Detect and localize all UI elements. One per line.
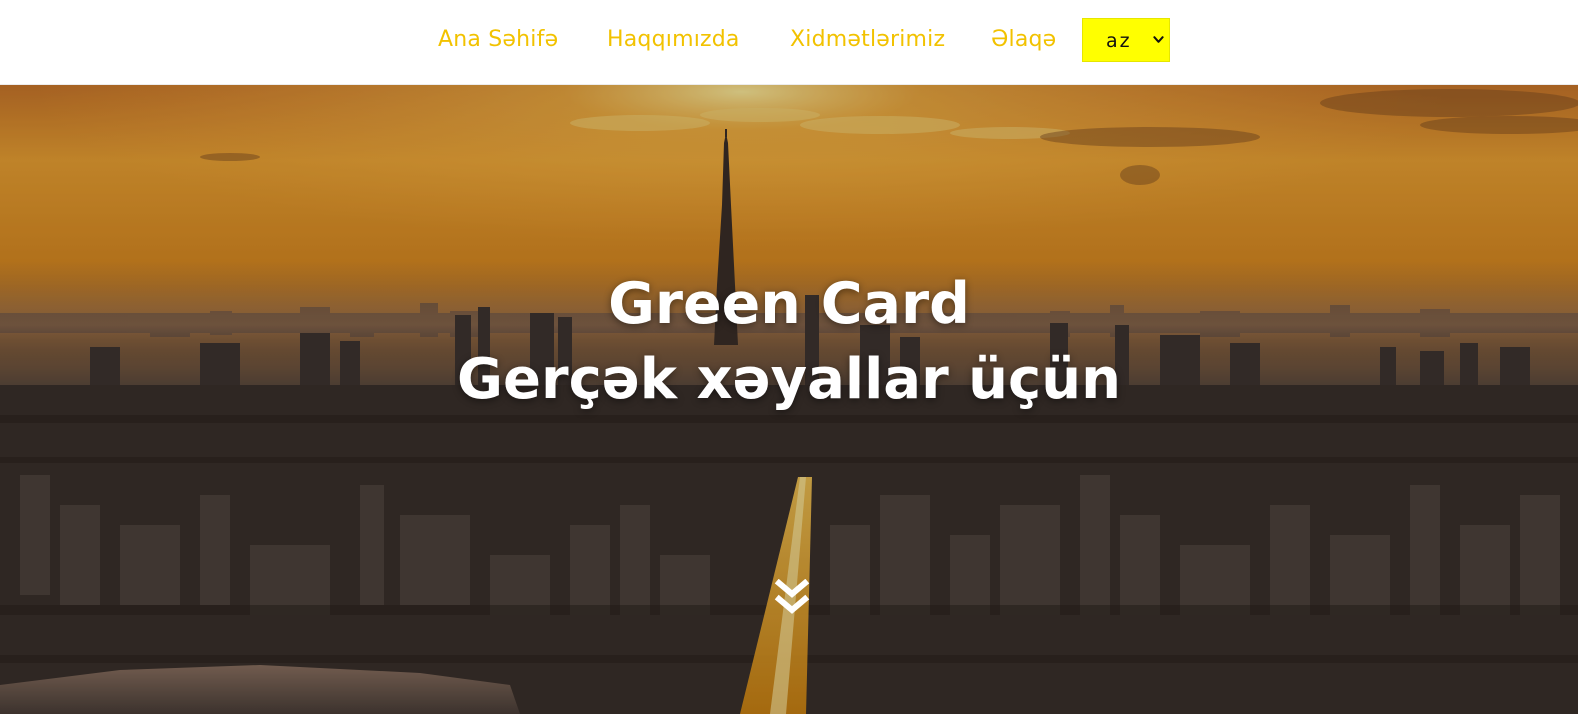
nav-link-about[interactable]: Haqqımızda: [607, 26, 740, 54]
hero-title-line-1: Green Card: [608, 271, 970, 337]
language-select-value: az: [1106, 30, 1132, 52]
hero-title-line-2: Gerçək xəyallar üçün: [457, 347, 1121, 412]
nav-link-contact[interactable]: Əlaqə: [991, 26, 1056, 54]
hero-section: Green Card Gerçək xəyallar üçün: [0, 85, 1578, 714]
language-select[interactable]: az: [1082, 18, 1170, 62]
top-navbar: Ana Səhifə Haqqımızda Xidmətlərimiz Əlaq…: [0, 0, 1578, 85]
nav-link-services[interactable]: Xidmətlərimiz: [790, 26, 945, 54]
nav-link-home[interactable]: Ana Səhifə: [438, 26, 558, 54]
double-chevron-down-icon[interactable]: [774, 578, 810, 619]
chevron-down-icon: [1153, 36, 1164, 43]
